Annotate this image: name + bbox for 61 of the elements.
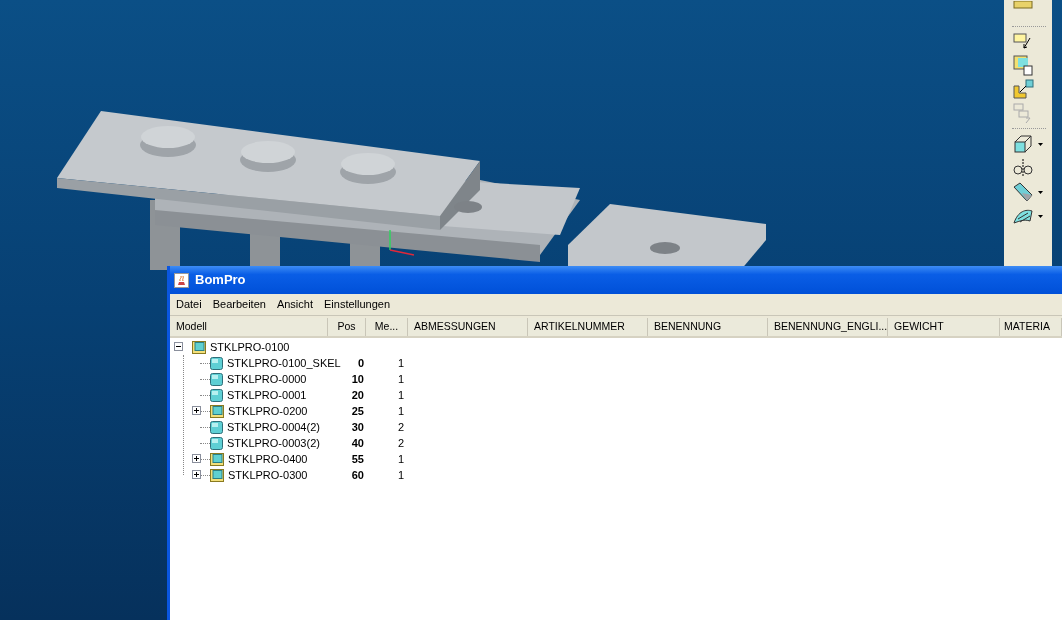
column-header[interactable]: MATERIA: [1000, 318, 1062, 336]
quantity: 1: [397, 356, 404, 369]
cube-icon[interactable]: [1012, 133, 1034, 155]
column-header[interactable]: ABMESSUNGEN: [408, 318, 528, 336]
position-number: 55: [351, 452, 364, 465]
model-name[interactable]: STKLPRO-0200: [228, 402, 308, 420]
part-icon: [210, 356, 223, 370]
part-icon: [210, 436, 223, 450]
window-title: BomPro: [195, 271, 246, 290]
model-name[interactable]: STKLPRO-0300: [228, 466, 308, 484]
assembly-icon: [210, 404, 224, 418]
column-header[interactable]: Modell: [170, 318, 328, 336]
menu-item[interactable]: Datei: [176, 296, 202, 313]
copy-icon[interactable]: [1012, 54, 1034, 76]
sweep-icon[interactable]: [1012, 181, 1034, 203]
column-header[interactable]: Pos: [328, 318, 366, 336]
column-header[interactable]: ARTIKELNUMMER: [528, 318, 648, 336]
quantity: 2: [397, 436, 404, 449]
collapse-toggle[interactable]: [174, 342, 183, 351]
position-number: 40: [351, 436, 364, 449]
model-name[interactable]: STKLPRO-0001: [227, 386, 307, 404]
quantity: 2: [397, 420, 404, 433]
position-number: 60: [351, 468, 364, 481]
mirror-icon[interactable]: [1012, 157, 1034, 179]
position-number: 20: [351, 388, 364, 401]
part-icon: [210, 420, 223, 434]
quantity: 1: [397, 404, 404, 417]
position-number: 10: [351, 372, 364, 385]
position-number: 30: [351, 420, 364, 433]
model-name[interactable]: STKLPRO-0003(2): [227, 434, 320, 452]
part-icon: [210, 372, 223, 386]
column-header[interactable]: Me...: [366, 318, 408, 336]
assembly-icon: [192, 340, 206, 354]
model-name[interactable]: STKLPRO-0004(2): [227, 418, 320, 436]
assembly-icon: [210, 452, 224, 466]
arrow-icon[interactable]: [1012, 78, 1034, 100]
quantity: 1: [397, 468, 404, 481]
menu-item[interactable]: Einstellungen: [324, 296, 391, 313]
menu-item[interactable]: Bearbeiten: [212, 296, 266, 313]
app-icon: [174, 272, 189, 288]
caret-icon[interactable]: [1038, 142, 1043, 146]
part-icon: [210, 388, 223, 402]
model-name[interactable]: STKLPRO-0100: [210, 338, 290, 356]
quantity: 1: [397, 388, 404, 401]
model-name[interactable]: STKLPRO-0000: [227, 370, 307, 388]
quantity: 1: [397, 452, 404, 465]
assembly-icon: [210, 468, 224, 482]
expand-toggle[interactable]: [192, 406, 201, 415]
model-name[interactable]: STKLPRO-0400: [228, 450, 308, 468]
model-name[interactable]: STKLPRO-0100_SKEL: [227, 354, 341, 372]
expand-toggle[interactable]: [192, 470, 201, 479]
position-number: 0: [357, 356, 364, 369]
quantity: 1: [397, 372, 404, 385]
caret-icon[interactable]: [1038, 190, 1043, 194]
column-header[interactable]: GEWICHT: [888, 318, 1000, 336]
column-header[interactable]: BENENNUNG_ENGLI...: [768, 318, 888, 336]
column-header[interactable]: BENENNUNG: [648, 318, 768, 336]
expand-toggle[interactable]: [192, 454, 201, 463]
caret-icon[interactable]: [1038, 214, 1043, 218]
menu-item[interactable]: Ansicht: [276, 296, 313, 313]
position-number: 25: [351, 404, 364, 417]
